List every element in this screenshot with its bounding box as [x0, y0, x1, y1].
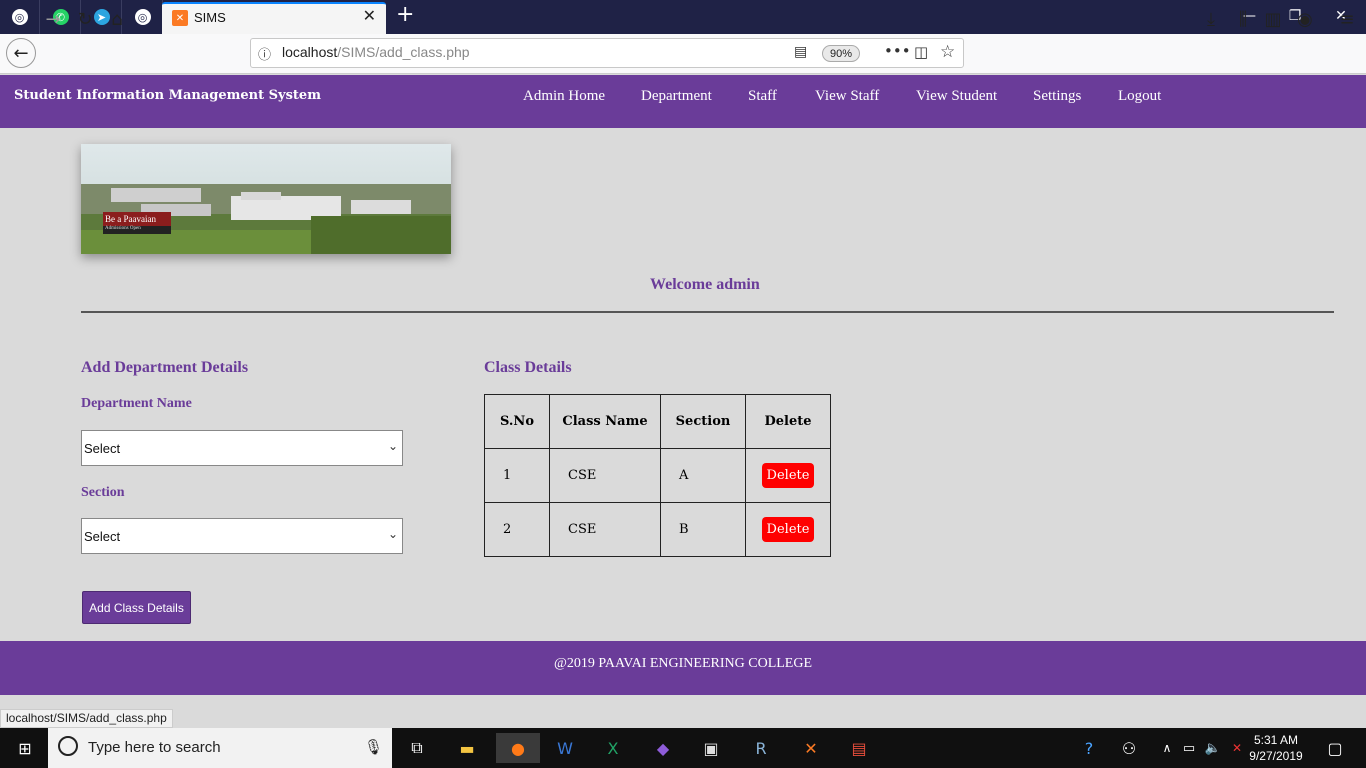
nav-view-student[interactable]: View Student [916, 88, 997, 105]
home-icon[interactable]: ⌂ [102, 4, 132, 34]
page-actions-icon[interactable]: ••• [884, 42, 911, 60]
firefox-icon[interactable]: ● [496, 733, 540, 763]
class-details-table: S.No Class Name Section Delete 1 CSE A D… [484, 394, 831, 557]
site-brand[interactable]: Student Information Management System [14, 88, 321, 103]
zoom-badge[interactable]: 90% [822, 45, 860, 62]
nav-settings[interactable]: Settings [1033, 88, 1081, 105]
r-icon[interactable]: R [744, 733, 778, 763]
task-view-icon[interactable]: ⧉ [400, 733, 434, 763]
cell-class-name: CSE [549, 448, 661, 503]
cell-delete: Delete [745, 502, 831, 557]
site-info-icon[interactable]: ⓘ [258, 44, 271, 63]
chevron-down-icon: ⌄ [387, 439, 398, 453]
app-icon-2[interactable]: ▤ [842, 733, 876, 763]
downloads-icon[interactable]: ⤓ [1196, 4, 1226, 34]
cell-section: B [660, 502, 746, 557]
reload-icon[interactable]: ↻ [70, 4, 100, 34]
close-tab-icon[interactable]: ✕ [363, 6, 376, 25]
welcome-message: Welcome admin [650, 276, 760, 293]
cell-sno: 1 [484, 448, 550, 503]
section-select-value: Select [84, 528, 121, 544]
sidebar-icon[interactable]: ▥ [1258, 4, 1288, 34]
table-header-row: S.No Class Name Section Delete [484, 394, 831, 449]
department-select[interactable]: Select ⌄ [81, 430, 403, 466]
department-label: Department Name [81, 396, 192, 411]
col-class-name: Class Name [549, 394, 661, 449]
taskbar-search-box[interactable]: Type here to search 🎙 [48, 728, 392, 768]
globe-icon: ◎ [11, 9, 28, 25]
add-class-button[interactable]: Add Class Details [82, 591, 191, 624]
cell-sno: 2 [484, 502, 550, 557]
delete-button[interactable]: Delete [761, 463, 815, 488]
cell-class-name: CSE [549, 502, 661, 557]
account-icon[interactable]: ◉ [1290, 4, 1320, 34]
table-row: 2 CSE B Delete [484, 502, 831, 557]
taskbar-search-placeholder: Type here to search [88, 739, 221, 756]
status-bar-url: localhost/SIMS/add_class.php [0, 709, 173, 728]
department-select-value: Select [84, 440, 121, 456]
banner-subtext: Admissions Open [105, 226, 141, 231]
forward-icon[interactable]: → [38, 4, 68, 34]
bookmark-star-icon[interactable]: ☆ [940, 42, 955, 62]
file-explorer-icon[interactable]: ▬ [450, 733, 484, 763]
delete-button[interactable]: Delete [761, 517, 815, 542]
excel-icon[interactable]: X [596, 733, 630, 763]
xampp-icon[interactable]: ✕ [794, 733, 828, 763]
notifications-icon[interactable]: ▢ [1318, 733, 1352, 763]
col-sno: S.No [484, 394, 550, 449]
col-delete: Delete [745, 394, 831, 449]
col-section: Section [660, 394, 746, 449]
cell-section: A [660, 448, 746, 503]
footer-text: @2019 PAAVAI ENGINEERING COLLEGE [553, 656, 813, 671]
section-select[interactable]: Select ⌄ [81, 518, 403, 554]
microphone-icon[interactable]: 🎙 [364, 738, 383, 756]
class-details-heading: Class Details [484, 359, 572, 376]
divider [81, 311, 1334, 313]
app-icon[interactable]: ▣ [694, 733, 728, 763]
url-text[interactable]: localhost/SIMS/add_class.php [282, 44, 470, 60]
windows-start-icon[interactable]: ⊞ [8, 733, 42, 763]
word-icon[interactable]: W [548, 733, 582, 763]
nav-admin-home[interactable]: Admin Home [523, 88, 605, 105]
nav-logout[interactable]: Logout [1118, 88, 1161, 105]
clock-date: 9/27/2019 [1249, 749, 1303, 763]
reader-view-icon[interactable]: ▤ [794, 44, 807, 60]
people-icon[interactable]: ⚇ [1112, 733, 1146, 763]
active-tab[interactable]: ✕ SIMS ✕ [162, 2, 386, 34]
new-tab-icon[interactable]: + [396, 2, 418, 30]
banner-text: Be a Paavaian [105, 214, 156, 224]
cell-delete: Delete [745, 448, 831, 503]
clock-time: 5:31 AM [1253, 733, 1299, 747]
form-heading: Add Department Details [81, 359, 249, 376]
tab-title: SIMS [194, 10, 226, 25]
globe-icon: ◎ [134, 9, 151, 25]
taskbar-clock[interactable]: 5:31 AM 9/27/2019 [1248, 732, 1304, 764]
campus-banner-image: Be a Paavaian Admissions Open [81, 144, 451, 254]
xampp-favicon-icon: ✕ [172, 10, 188, 26]
menu-icon[interactable]: ≡ [1332, 4, 1362, 34]
nav-department[interactable]: Department [641, 88, 712, 105]
pocket-icon[interactable]: ◫ [914, 43, 928, 61]
back-icon[interactable]: ← [6, 38, 36, 68]
cortana-icon [58, 736, 78, 756]
pinned-tab-globe[interactable]: ◎ [0, 0, 40, 34]
section-label: Section [81, 485, 125, 500]
chevron-down-icon: ⌄ [387, 527, 398, 541]
library-icon[interactable]: ⫼ [1228, 4, 1258, 34]
help-icon[interactable]: ? [1072, 733, 1106, 763]
visual-studio-icon[interactable]: ◆ [646, 733, 680, 763]
table-row: 1 CSE A Delete [484, 448, 831, 503]
nav-view-staff[interactable]: View Staff [815, 88, 879, 105]
nav-staff[interactable]: Staff [748, 88, 777, 105]
